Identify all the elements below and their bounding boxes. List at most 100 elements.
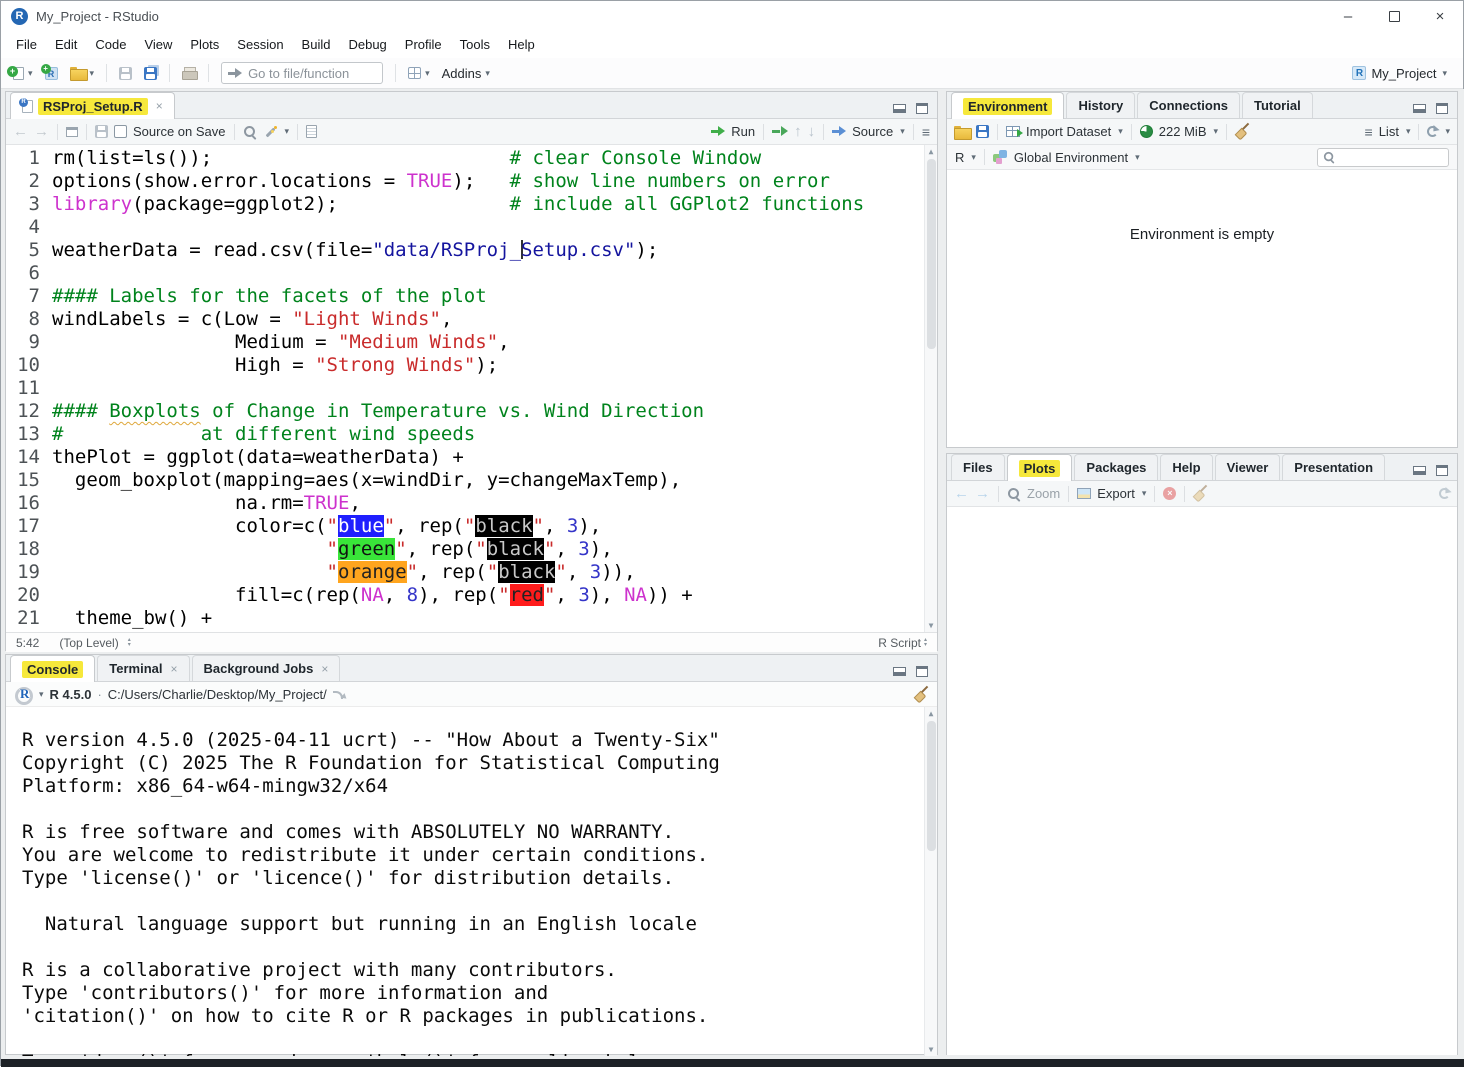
close-tab-icon[interactable]: ×	[171, 662, 178, 676]
menu-view[interactable]: View	[135, 31, 181, 58]
menu-build[interactable]: Build	[293, 31, 340, 58]
refresh-plots-icon[interactable]	[1439, 488, 1450, 499]
save-icon[interactable]	[95, 125, 108, 138]
new-project-button[interactable]	[41, 64, 62, 83]
scope-selector[interactable]: (Top Level)	[59, 636, 118, 650]
document-outline-icon[interactable]: ≡	[922, 124, 930, 140]
tab-files[interactable]: Files	[951, 454, 1005, 480]
clear-plots-icon[interactable]	[1193, 486, 1208, 501]
tab-connections[interactable]: Connections	[1137, 92, 1240, 118]
file-type-selector[interactable]: R Script	[878, 636, 921, 650]
project-selector[interactable]: My_Project ▾	[1352, 66, 1455, 81]
menu-debug[interactable]: Debug	[339, 31, 395, 58]
code-tools-icon[interactable]	[263, 125, 278, 139]
save-all-button[interactable]	[140, 64, 161, 83]
tab-viewer[interactable]: Viewer	[1215, 454, 1281, 480]
forward-icon[interactable]: →	[34, 123, 49, 140]
addins-button[interactable]: Addins▾	[438, 63, 494, 84]
back-icon[interactable]: ←	[13, 123, 28, 140]
code-editor[interactable]: 1rm(list=ls()); # clear Console Window2o…	[6, 145, 937, 632]
editor-scrollbar[interactable]: ▲ ▼	[924, 145, 937, 632]
remove-plot-icon[interactable]	[1163, 487, 1176, 500]
import-dataset-button[interactable]: Import Dataset	[1026, 124, 1111, 139]
print-button[interactable]	[178, 64, 200, 82]
find-replace-icon[interactable]	[243, 125, 257, 139]
close-button[interactable]: ×	[1417, 1, 1463, 31]
maximize-pane-icon[interactable]	[1436, 103, 1448, 114]
previous-plot-icon[interactable]: ←	[954, 485, 969, 502]
maximize-pane-icon[interactable]	[916, 103, 928, 114]
maximize-pane-icon[interactable]	[916, 666, 928, 677]
scroll-down-icon[interactable]: ▼	[925, 619, 937, 632]
minimize-button[interactable]: –	[1325, 1, 1371, 31]
new-file-button[interactable]: ▾	[9, 64, 37, 83]
refresh-icon[interactable]	[1427, 126, 1438, 137]
code-text: windLabels = c(Low = "Light Winds",	[52, 308, 452, 331]
scrollbar-thumb[interactable]	[927, 159, 936, 349]
menu-profile[interactable]: Profile	[396, 31, 451, 58]
goto-file-input[interactable]	[248, 66, 368, 81]
environment-scope-selector[interactable]: Global Environment	[1014, 150, 1128, 165]
rerun-icon[interactable]	[772, 127, 788, 136]
tab-history[interactable]: History	[1066, 92, 1135, 118]
menu-edit[interactable]: Edit	[46, 31, 86, 58]
save-workspace-icon[interactable]	[976, 125, 989, 138]
environment-search-input[interactable]	[1340, 150, 1440, 164]
clear-console-icon[interactable]	[914, 687, 929, 702]
tab-rsproj-setup[interactable]: RSProj_Setup.R ×	[10, 92, 175, 119]
scroll-up-icon[interactable]: ▲	[925, 707, 937, 720]
goto-directory-icon[interactable]	[333, 690, 345, 699]
run-button[interactable]: Run	[731, 124, 755, 139]
scrollbar-thumb[interactable]	[927, 721, 936, 851]
zoom-button[interactable]: Zoom	[1027, 486, 1060, 501]
pane-layout-button[interactable]: ▾	[404, 64, 434, 82]
tab-tutorial[interactable]: Tutorial	[1242, 92, 1313, 118]
open-in-new-window-icon[interactable]	[66, 127, 78, 137]
tab-help[interactable]: Help	[1160, 454, 1212, 480]
save-button[interactable]	[115, 64, 136, 83]
menu-plots[interactable]: Plots	[181, 31, 228, 58]
console-output[interactable]: R version 4.5.0 (2025-04-11 ucrt) -- "Ho…	[6, 707, 937, 1056]
environment-search-box[interactable]	[1317, 148, 1449, 167]
menu-code[interactable]: Code	[86, 31, 135, 58]
close-tab-icon[interactable]: ×	[156, 99, 163, 113]
export-button[interactable]: Export	[1097, 486, 1135, 501]
menu-file[interactable]: File	[7, 31, 46, 58]
menu-session[interactable]: Session	[228, 31, 292, 58]
minimize-pane-icon[interactable]	[893, 667, 906, 676]
open-file-button[interactable]: ▾	[66, 64, 99, 82]
next-chunk-icon[interactable]: ↓	[808, 123, 816, 140]
source-on-save-checkbox[interactable]	[114, 125, 127, 138]
memory-usage-button[interactable]: 222 MiB	[1159, 124, 1207, 139]
goto-file-search[interactable]	[221, 62, 383, 84]
previous-chunk-icon[interactable]: ↑	[794, 123, 802, 140]
scroll-down-icon[interactable]: ▼	[925, 1043, 937, 1056]
load-workspace-icon[interactable]	[954, 126, 970, 138]
tab-background-jobs[interactable]: Background Jobs×	[192, 655, 341, 681]
tab-terminal[interactable]: Terminal×	[97, 655, 189, 681]
menu-help[interactable]: Help	[499, 31, 544, 58]
compile-report-icon[interactable]	[306, 125, 317, 138]
console-scrollbar[interactable]: ▲ ▼	[924, 707, 937, 1056]
menu-tools[interactable]: Tools	[451, 31, 499, 58]
scroll-up-icon[interactable]: ▲	[925, 145, 937, 158]
next-plot-icon[interactable]: →	[975, 485, 990, 502]
minimize-pane-icon[interactable]	[1413, 466, 1426, 475]
language-selector[interactable]: R	[955, 150, 964, 165]
list-view-button[interactable]: List	[1379, 124, 1399, 139]
chevron-down-icon[interactable]: ▾	[39, 689, 44, 700]
clear-workspace-icon[interactable]	[1235, 124, 1250, 139]
minimize-pane-icon[interactable]	[893, 104, 906, 113]
tab-plots[interactable]: Plots	[1007, 454, 1073, 481]
tab-presentation[interactable]: Presentation	[1282, 454, 1385, 480]
maximize-button[interactable]	[1371, 1, 1417, 31]
code-text: weatherData = read.csv(file="data/RSProj…	[52, 239, 658, 262]
source-button[interactable]: Source	[852, 124, 893, 139]
maximize-pane-icon[interactable]	[1436, 465, 1448, 476]
close-tab-icon[interactable]: ×	[321, 662, 328, 676]
tab-packages[interactable]: Packages	[1074, 454, 1158, 480]
working-directory-path[interactable]: C:/Users/Charlie/Desktop/My_Project/	[108, 687, 327, 702]
tab-environment[interactable]: Environment	[951, 92, 1064, 119]
tab-console[interactable]: Console	[10, 655, 95, 682]
minimize-pane-icon[interactable]	[1413, 104, 1426, 113]
